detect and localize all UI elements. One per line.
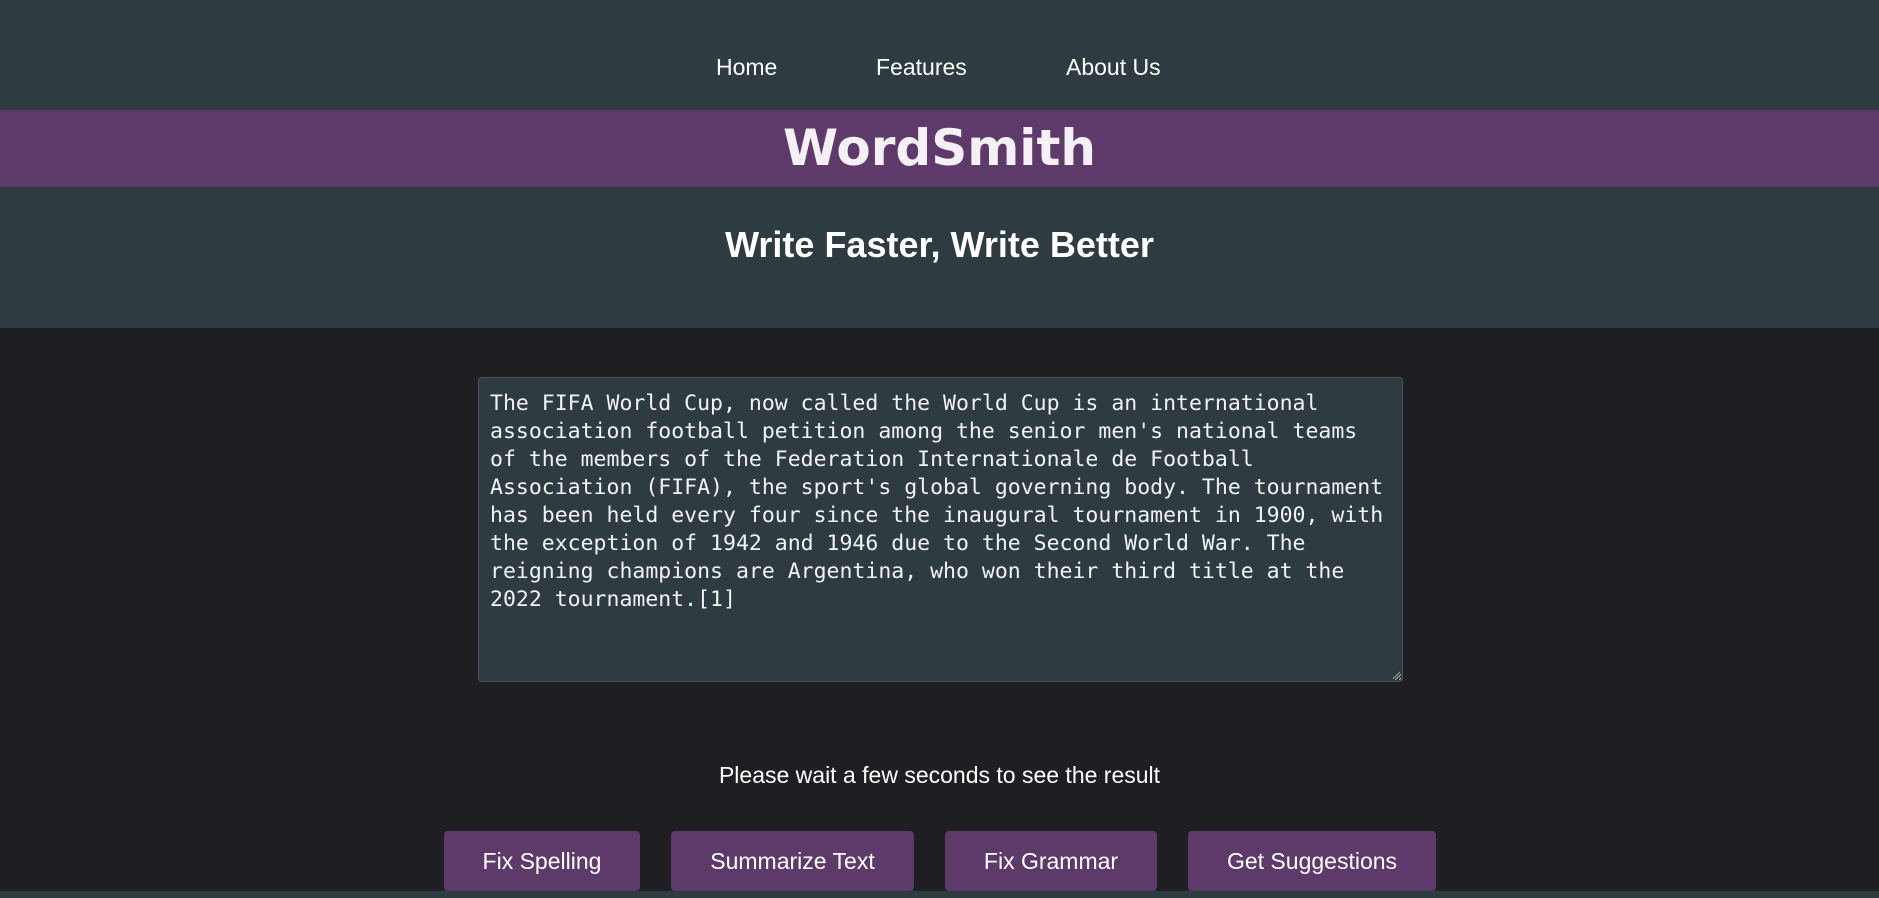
nav-link-about-us[interactable]: About Us <box>1066 52 1161 82</box>
nav-link-home[interactable]: Home <box>716 52 777 82</box>
brand-banner: WordSmith <box>0 110 1879 187</box>
get-suggestions-button[interactable]: Get Suggestions <box>1188 831 1436 891</box>
status-message: Please wait a few seconds to see the res… <box>718 762 1161 788</box>
resize-handle-icon[interactable] <box>1391 670 1401 680</box>
summarize-text-button[interactable]: Summarize Text <box>671 831 914 891</box>
fix-grammar-button[interactable]: Fix Grammar <box>945 831 1157 891</box>
header-section: Home Features About Us WordSmith Write F… <box>0 0 1879 328</box>
brand-logo-text: WordSmith <box>783 119 1096 177</box>
top-nav: Home Features About Us <box>0 52 1879 82</box>
text-editor[interactable]: The FIFA World Cup, now called the World… <box>478 377 1403 682</box>
nav-link-features[interactable]: Features <box>876 52 967 82</box>
page-tagline: Write Faster, Write Better <box>725 224 1154 265</box>
fix-spelling-button[interactable]: Fix Spelling <box>444 831 640 891</box>
bottom-edge <box>0 891 1879 898</box>
